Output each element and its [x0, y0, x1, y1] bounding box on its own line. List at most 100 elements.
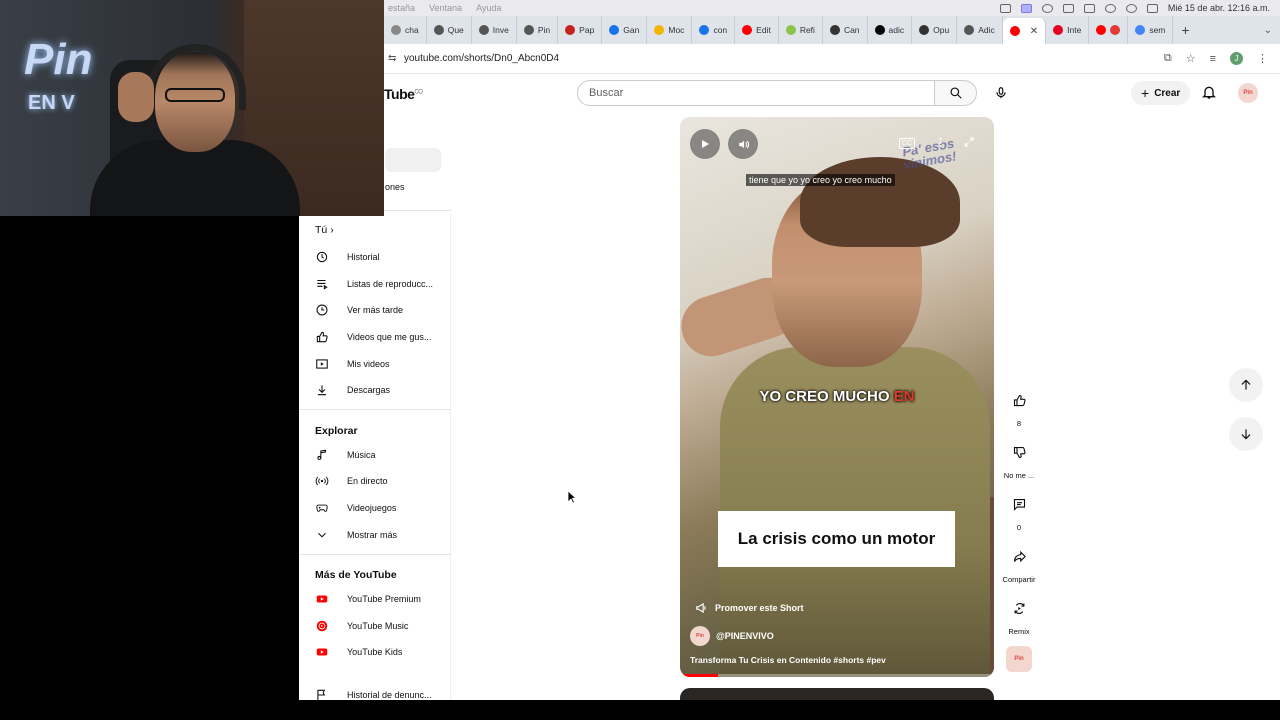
search-button[interactable] — [935, 80, 977, 106]
browser-tab[interactable]: Pap — [558, 16, 603, 44]
sidebar-item-my-videos[interactable]: Mis videos — [309, 353, 441, 375]
reading-list-icon[interactable]: ≡ — [1210, 53, 1216, 65]
browser-tab[interactable] — [1089, 16, 1129, 44]
previous-short-button[interactable] — [1229, 368, 1263, 402]
install-app-icon[interactable]: ⧉ — [1164, 52, 1172, 65]
battery-icon[interactable] — [1083, 3, 1095, 13]
logo-country: CO — [414, 89, 423, 96]
sidebar-item-watch-later[interactable]: Ver más tarde — [309, 299, 441, 321]
sidebar-item-historial[interactable]: Historial — [309, 246, 441, 268]
screen-record-icon[interactable] — [1020, 3, 1032, 13]
tab-search-chevron-icon[interactable]: ⌄ — [1264, 25, 1280, 36]
browser-tab[interactable]: cha — [384, 16, 427, 44]
webcam-person-hand — [118, 72, 154, 122]
music-note-icon — [317, 449, 327, 460]
browser-tab[interactable]: Adic — [957, 16, 1003, 44]
wifi-icon[interactable] — [1104, 3, 1116, 13]
os-menu-item[interactable]: Ventana — [429, 3, 462, 13]
browser-tab[interactable]: Pin — [517, 16, 559, 44]
sidebar-item-show-more[interactable]: Mostrar más — [309, 524, 441, 546]
close-tab-icon[interactable]: ✕ — [1030, 26, 1038, 37]
chevron-right-icon: › — [330, 224, 334, 236]
sidebar-item-live[interactable]: En directo — [309, 470, 441, 492]
more-options-icon[interactable]: ⋮ — [935, 136, 946, 149]
sidebar-item-liked-videos[interactable]: Videos que me gus... — [309, 326, 441, 348]
account-avatar[interactable]: Pin — [1238, 83, 1258, 103]
like-button[interactable] — [1002, 383, 1036, 417]
tab-label: Moc — [668, 25, 685, 35]
next-short-preview[interactable] — [680, 688, 994, 700]
play-button[interactable] — [690, 129, 720, 159]
browser-menu-icon[interactable]: ⋮ — [1257, 52, 1268, 65]
sidebar-item-youtube-music[interactable]: YouTube Music — [309, 615, 441, 637]
bookmark-star-icon[interactable]: ☆ — [1186, 52, 1196, 65]
comments-action[interactable]: 0 — [999, 487, 1039, 532]
browser-tab-active[interactable]: ✕ — [1002, 18, 1047, 44]
progress-bar[interactable] — [680, 674, 994, 677]
sidebar-item-downloads[interactable]: Descargas — [309, 379, 441, 401]
sidebar-item-gaming[interactable]: Videojuegos — [309, 497, 441, 519]
browser-tab[interactable]: con — [692, 16, 736, 44]
dislike-action[interactable]: No me ... — [999, 435, 1039, 480]
promote-short-button[interactable]: Promover este Short — [695, 601, 804, 615]
sidebar-item-label: YouTube Music — [347, 621, 409, 631]
voice-search-button[interactable] — [987, 80, 1015, 106]
share-button[interactable] — [1002, 539, 1036, 573]
status-icon[interactable] — [1041, 3, 1053, 13]
comments-button[interactable] — [1002, 487, 1036, 521]
sidebar-item-label[interactable]: ones — [385, 182, 405, 192]
share-action[interactable]: Compartir — [999, 539, 1039, 584]
site-info-icon[interactable]: ⇆ — [388, 53, 400, 65]
os-menu-item[interactable]: Ayuda — [476, 3, 501, 13]
sidebar-item-playlists[interactable]: Listas de reproducc... — [309, 273, 441, 295]
create-label: Crear — [1154, 87, 1181, 99]
profile-avatar[interactable]: J — [1230, 52, 1243, 65]
create-button[interactable]: + Crear — [1131, 81, 1191, 105]
sound-channel-thumbnail[interactable]: Pin — [1006, 646, 1032, 672]
browser-tab[interactable]: Que — [427, 16, 472, 44]
remix-action[interactable]: Remix — [999, 591, 1039, 636]
sidebar-item-youtube-kids[interactable]: YouTube Kids — [309, 641, 441, 663]
tab-label: con — [713, 25, 728, 35]
browser-tab[interactable]: Can — [823, 16, 868, 44]
status-icon[interactable] — [999, 3, 1011, 13]
clock[interactable]: Mié 15 de abr. 12:16 a.m. — [1168, 3, 1270, 13]
arrow-up-icon — [1241, 379, 1251, 390]
new-tab-button[interactable]: + — [1173, 22, 1197, 38]
captions-button[interactable]: CC — [899, 138, 916, 149]
search-input[interactable] — [589, 87, 889, 99]
browser-tab[interactable]: Moc — [647, 16, 693, 44]
notifications-button[interactable] — [1201, 84, 1217, 105]
dislike-button[interactable] — [1002, 435, 1036, 469]
youtube-logo[interactable]: TubeCO — [384, 86, 423, 102]
shorts-player[interactable]: Pa' esos vinimos! CC ⋮ tiene que yo yo cr… — [680, 117, 994, 677]
browser-tab[interactable]: Refi — [779, 16, 823, 44]
section-you-heading[interactable]: Tú › — [315, 224, 334, 236]
browser-tab[interactable]: Inve — [472, 16, 517, 44]
spotlight-icon[interactable] — [1125, 3, 1137, 13]
browser-tab[interactable]: Inte — [1046, 16, 1090, 44]
browser-tab[interactable]: Opu — [912, 16, 958, 44]
url-field[interactable]: youtube.com/shorts/Dn0_Abcn0D4 — [404, 53, 559, 64]
browser-tab[interactable]: sem — [1128, 16, 1174, 44]
sidebar-item-music[interactable]: Música — [309, 444, 441, 466]
sidebar-item-highlight[interactable] — [385, 148, 441, 172]
sidebar-item-label: Música — [347, 450, 376, 460]
browser-tab[interactable]: Edit — [735, 16, 779, 44]
remix-button[interactable] — [1002, 591, 1036, 625]
browser-tab[interactable]: adic — [868, 16, 913, 44]
sidebar-item-youtube-premium[interactable]: YouTube Premium — [309, 588, 441, 610]
sidebar-item-report-history[interactable]: Historial de denunc... — [309, 684, 441, 706]
channel-link[interactable]: Pin @PINENVIVO — [690, 626, 774, 646]
status-icon[interactable] — [1062, 3, 1074, 13]
tab-favicon-icon — [565, 25, 576, 35]
short-description[interactable]: Transforma Tu Crisis en Contenido #short… — [690, 655, 886, 665]
os-menu-item[interactable]: estaña — [388, 3, 415, 13]
fullscreen-button[interactable] — [963, 135, 975, 153]
browser-tab[interactable]: Gan — [602, 16, 648, 44]
next-short-button[interactable] — [1229, 417, 1263, 451]
volume-button[interactable] — [728, 129, 758, 159]
control-center-icon[interactable] — [1146, 3, 1158, 13]
video-subtitle: tiene que yo yo creo yo creo mucho — [746, 174, 895, 186]
like-action[interactable]: 8 — [999, 383, 1039, 428]
